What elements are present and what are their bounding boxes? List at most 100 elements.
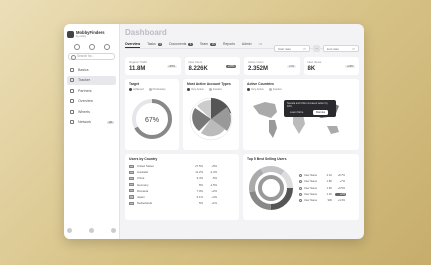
dismiss-button[interactable]: Dismiss [312, 110, 329, 115]
tab-admin[interactable]: Admin [242, 40, 252, 48]
nav-item-icon [70, 120, 74, 124]
kpi-delta-badge: +22% [345, 65, 355, 68]
more-tabs-button[interactable]: ••• [259, 40, 263, 48]
kpi-delta-badge: +35% [166, 65, 177, 68]
flag-icon [129, 201, 134, 205]
tooltip-text: Nevada and Chile increased sellers by 40… [287, 102, 328, 108]
app-window: MobbyFinders by cosby Search for... Basi… [64, 24, 364, 239]
tab-reports[interactable]: Reports [223, 40, 235, 48]
profile-icon[interactable] [89, 228, 94, 233]
flag-icon [129, 170, 134, 174]
sidebar-item-label: Partners [78, 88, 92, 93]
end-date-field[interactable]: End date ▭ [323, 45, 359, 52]
legend-item: Very Active [247, 87, 264, 91]
tab-label: Overview [125, 41, 141, 46]
settings-icon[interactable] [88, 44, 95, 50]
sidebar-item-wheels[interactable]: Wheels [67, 107, 116, 116]
top-users-card: Top 5 Best Selling Users User Name 2.1K +8… [243, 154, 359, 220]
country-name: Germany [137, 182, 149, 187]
sidebar-item-basics[interactable]: Basics [67, 65, 116, 74]
country-change: -2.4% [209, 170, 217, 175]
active-countries-card: Active Countries Very Active Inactive Ne… [243, 79, 359, 150]
tab-team[interactable]: Team 16 [200, 40, 217, 48]
country-value: 6.1% [196, 195, 203, 200]
user-change: +2% [335, 192, 346, 196]
app-subtitle: by cosby [76, 34, 87, 38]
kpi-card: New Users 8.226K +37% [184, 57, 240, 75]
donut-inner-ring [258, 175, 284, 201]
kpi-label: Active Users [248, 60, 264, 64]
kpi-card: Organic Traffic 11.8M +35% [125, 57, 181, 75]
charts-row: Target Achieved Preliminary 67% Most Act… [125, 79, 359, 150]
kpi-card: Active Users 2.352M +1% [244, 57, 300, 75]
nav-item-icon [70, 88, 74, 93]
notification-icon[interactable] [73, 44, 80, 50]
active-countries-title: Active Countries [247, 82, 274, 86]
learn-more-button[interactable]: Learn More [287, 110, 306, 115]
user-name: User Name [304, 186, 318, 190]
legend-label: Very Active [251, 87, 264, 91]
help-icon[interactable] [67, 228, 72, 233]
list-item: User Name 900 +4.4% [299, 197, 346, 203]
calendar-icon: ▭ [352, 46, 355, 51]
logout-icon[interactable] [111, 228, 116, 233]
tab-documents[interactable]: Documents 6 [169, 40, 193, 48]
country-value: 7.9% [196, 188, 203, 193]
legend-item: Very Active [187, 87, 204, 91]
sidebar-item-label: Overview [78, 99, 93, 103]
end-date-label: End date [327, 46, 340, 51]
country-change: +1% [211, 201, 217, 206]
nav-badge: 20 [107, 120, 114, 124]
brand[interactable]: MobbyFinders by cosby [67, 28, 116, 40]
user-value: 900 [327, 198, 332, 202]
account-types-polar-chart [189, 97, 233, 140]
sidebar-footer [67, 228, 116, 233]
search-input[interactable]: Search for... [68, 53, 115, 61]
legend-label: Very Active [191, 87, 204, 91]
legend-label: Inactive [272, 87, 282, 91]
users-by-country-card: Users by Country United States 27.5% +5% Au… [125, 154, 239, 220]
copy-icon[interactable] [103, 44, 110, 50]
start-date-label: Start date [278, 46, 292, 51]
kpi-card: New Views 8K +22% [303, 57, 359, 75]
user-avatar-icon [299, 192, 302, 196]
legend-label: Inactive [212, 87, 222, 91]
sidebar-item-overview[interactable]: Overview [67, 97, 116, 106]
tab-label: Reports [223, 42, 235, 46]
top-users-donut [249, 166, 293, 210]
calendar-icon: ▭ [303, 46, 306, 51]
user-change: +7% [339, 180, 345, 184]
user-value: 1.8K [326, 180, 332, 184]
sidebar-item-partners[interactable]: Partners [67, 86, 116, 95]
kpi-delta-badge: +37% [226, 65, 236, 68]
user-name: User Name [304, 180, 318, 184]
country-change: -5% [212, 176, 217, 181]
account-types-card: Most Active Account Types Very Active In… [183, 79, 239, 150]
country-name: Romania [137, 188, 149, 193]
user-avatar-icon [299, 174, 302, 178]
tab-tasks[interactable]: Tasks 4 [147, 40, 163, 48]
country-name: China [137, 176, 145, 181]
country-name: United States [137, 164, 154, 169]
country-value: 5% [198, 201, 203, 206]
sidebar: MobbyFinders by cosby Search for... Basi… [64, 24, 120, 239]
country-name: Japan [137, 195, 145, 200]
gauge-value: 67% [145, 117, 159, 124]
sidebar-item-tracker[interactable]: Tracker [67, 75, 116, 85]
legend-item: Inactive [208, 87, 222, 91]
country-value: 9.4% [196, 176, 203, 181]
tab-overview[interactable]: Overview [125, 40, 141, 48]
flag-icon [129, 195, 134, 199]
lists-row: Users by Country United States 27.5% +5% Au… [125, 154, 359, 220]
sidebar-item-label: Wheels [78, 109, 90, 114]
countries-legend: Very Active Inactive [247, 87, 355, 91]
country-value: 8% [198, 182, 203, 187]
sidebar-item-label: Basics [78, 67, 89, 72]
target-legend: Achieved Preliminary [129, 87, 175, 91]
country-change: +2% [211, 188, 217, 193]
user-value: 1.5K [326, 186, 332, 190]
country-name: Netherlands [137, 201, 153, 206]
app-logo-icon [67, 30, 74, 38]
sidebar-item-network[interactable]: Network 20 [67, 118, 116, 127]
start-date-field[interactable]: Start date ▭ [274, 45, 310, 52]
